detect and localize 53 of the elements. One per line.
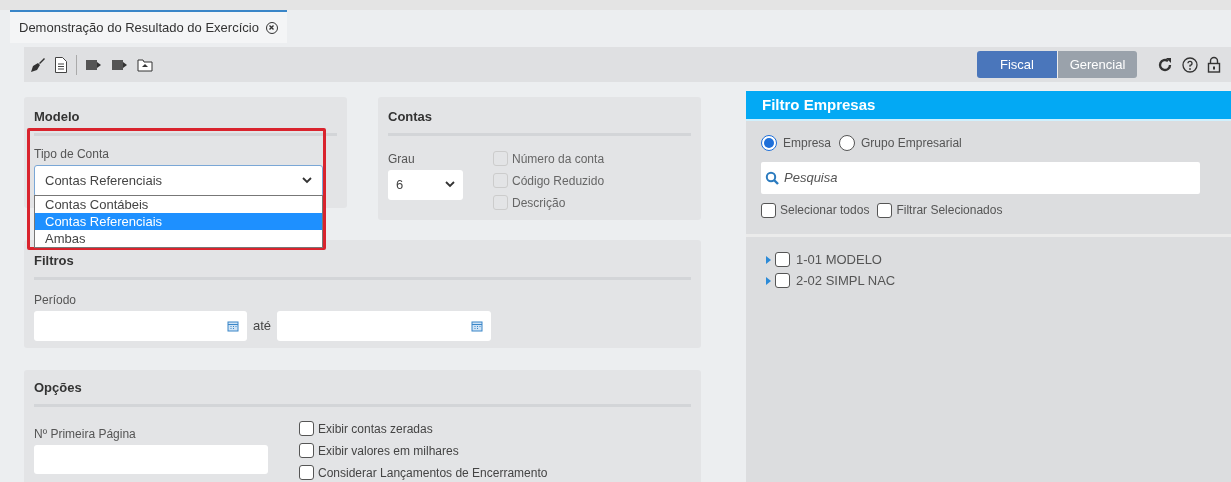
checkbox-label: Código Reduzido (512, 172, 605, 190)
checkbox-label: Selecionar todos (780, 202, 870, 219)
panel-header: Filtro Empresas (746, 91, 1231, 119)
section-title: Opções (34, 378, 691, 407)
checkbox[interactable] (877, 202, 893, 218)
range-separator: até (253, 316, 272, 335)
section-title: Contas (388, 107, 691, 136)
chevron-down-icon (445, 181, 455, 188)
field-label: Tipo de Conta (34, 145, 110, 163)
dropdown-option[interactable]: Contas Contábeis (35, 196, 322, 213)
document-icon[interactable] (54, 56, 68, 73)
field-label: Grau (388, 150, 416, 168)
radio-button[interactable] (839, 135, 856, 151)
view-toggle-button[interactable]: Fiscal (977, 51, 1057, 78)
calendar-icon[interactable] (471, 319, 484, 332)
tab[interactable]: Demonstração do Resultado do Exercício (10, 10, 287, 43)
checkbox[interactable] (775, 252, 790, 267)
folder-upload-icon[interactable] (137, 57, 153, 72)
end-date-field[interactable] (277, 310, 492, 341)
chevron-down-icon (302, 177, 312, 184)
radio-button[interactable] (761, 135, 777, 151)
checkbox[interactable] (299, 465, 314, 480)
section-title: Filtros (34, 251, 691, 280)
radio-label: Empresa (783, 135, 832, 152)
checkbox[interactable] (299, 421, 314, 436)
refresh-icon[interactable] (1157, 56, 1173, 73)
field-label: Nº Primeira Página (34, 425, 137, 443)
checkbox-label: Considerar Lançamentos de Encerramento (318, 464, 548, 482)
grade-select[interactable]: 6 (388, 169, 463, 200)
checkbox-label: Descrição (512, 194, 566, 212)
checkbox[interactable] (299, 443, 314, 458)
dropdown-option[interactable]: Ambas (35, 230, 322, 247)
checkbox[interactable] (775, 273, 790, 288)
checkbox-label: Número da conta (512, 150, 605, 168)
account-type-select[interactable]: Contas Referenciais (34, 164, 323, 197)
lock-icon[interactable] (1207, 56, 1221, 73)
checkbox[interactable] (761, 202, 776, 218)
tree-item-label[interactable]: 1-01 MODELO (796, 249, 882, 270)
broom-icon[interactable] (30, 56, 46, 73)
search-icon[interactable] (765, 171, 779, 185)
field-label: Período (34, 291, 78, 309)
checkbox-label: Exibir valores em milhares (318, 442, 459, 460)
section-title: Modelo (34, 107, 337, 136)
search-placeholder: Pesquisa (784, 169, 838, 188)
calendar-icon[interactable] (227, 319, 239, 332)
help-icon[interactable] (1182, 56, 1198, 73)
radio-label: Grupo Empresarial (861, 135, 962, 152)
search-field[interactable]: Pesquisa (761, 162, 1200, 194)
first-page-field[interactable] (34, 444, 268, 474)
start-date-field[interactable] (34, 310, 247, 341)
checkbox-label: Filtrar Selecionados (896, 202, 1003, 219)
checkbox-label: Exibir contas zeradas (318, 420, 433, 438)
tree-item-label[interactable]: 2-02 SIMPL NAC (796, 270, 896, 291)
